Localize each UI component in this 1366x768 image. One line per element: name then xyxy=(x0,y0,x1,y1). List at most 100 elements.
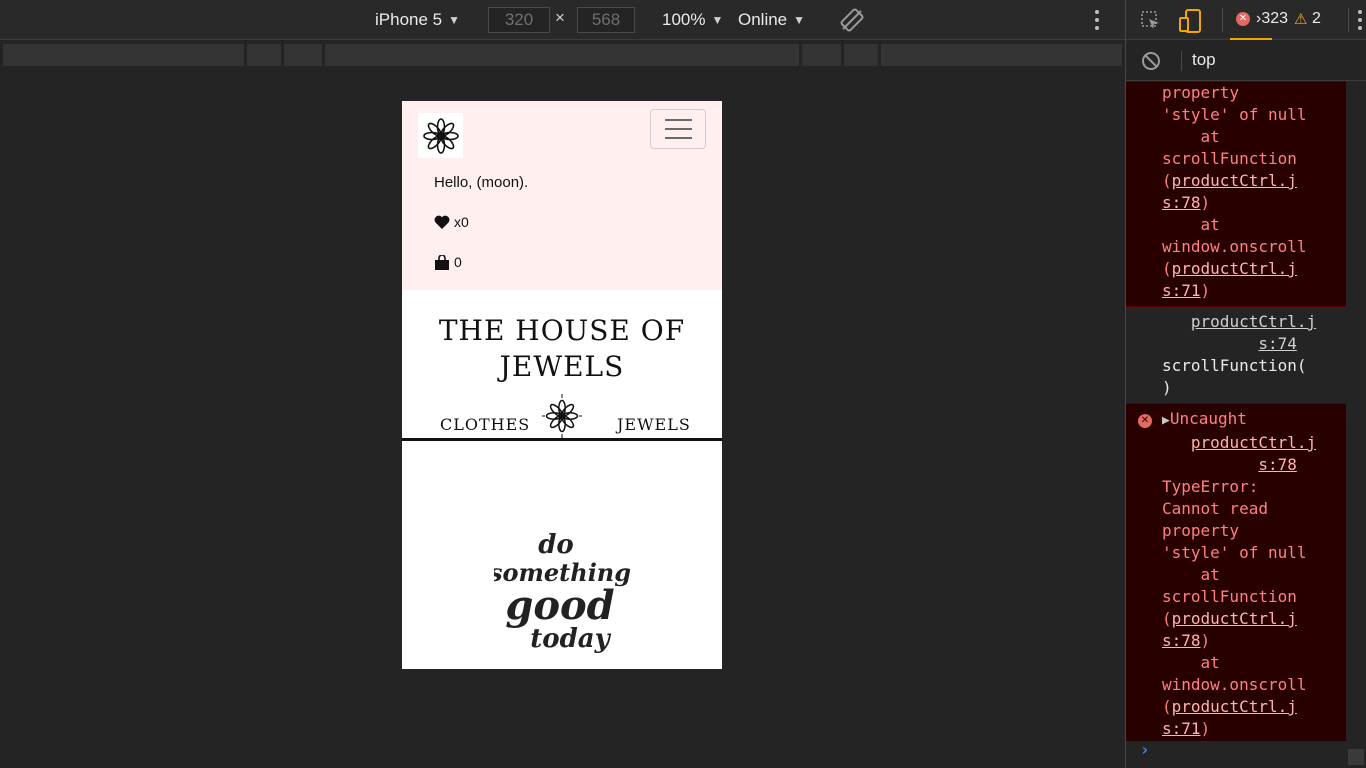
message-line: window.onscroll xyxy=(1162,236,1340,258)
message-body: productCtrl.j s:74 scrollFunction() xyxy=(1126,311,1346,399)
nav-jewels[interactable]: JEWELS xyxy=(617,415,691,434)
message-text: Cannot read xyxy=(1162,499,1268,518)
source-link[interactable]: s:78 xyxy=(1162,193,1201,212)
inspect-icon[interactable] xyxy=(1140,10,1162,36)
console-log: property 'style' of null at scrollFunction… xyxy=(1126,81,1346,741)
media-query-bar xyxy=(0,41,1125,69)
media-query-segment[interactable] xyxy=(284,44,322,66)
console-message[interactable]: productCtrl.j s:74 scrollFunction() xyxy=(1126,307,1346,403)
console-toolbar: top xyxy=(1126,41,1366,81)
message-text: ) xyxy=(1200,631,1211,650)
clear-console-icon[interactable] xyxy=(1141,51,1161,75)
message-text: at xyxy=(1162,653,1220,672)
expand-triangle-icon[interactable]: ▶ xyxy=(1162,413,1170,428)
media-query-segment[interactable] xyxy=(881,44,1122,66)
scrollbar-thumb[interactable] xyxy=(1348,749,1364,765)
nav-clothes[interactable]: CLOTHES xyxy=(440,415,530,434)
message-text xyxy=(1162,334,1258,353)
width-input[interactable]: 320 xyxy=(488,7,550,33)
bag-link[interactable]: 0 xyxy=(434,254,462,270)
hamburger-icon[interactable] xyxy=(650,109,706,149)
console-error-message[interactable]: property 'style' of null at scrollFunction… xyxy=(1126,81,1346,307)
network-value: Online xyxy=(738,10,788,29)
media-query-segment[interactable] xyxy=(844,44,878,66)
message-text xyxy=(1162,433,1191,452)
more-options-icon[interactable] xyxy=(1357,10,1363,30)
message-line: (productCtrl.j xyxy=(1162,258,1340,280)
favorites-link[interactable]: x0 xyxy=(434,214,469,230)
message-text: ( xyxy=(1162,171,1172,190)
message-line: (productCtrl.j xyxy=(1162,608,1340,630)
source-link[interactable]: productCtrl.j xyxy=(1172,259,1297,278)
zoom-select[interactable]: 100% ▼ xyxy=(662,0,723,40)
media-query-segment[interactable] xyxy=(802,44,841,66)
message-line: (productCtrl.j xyxy=(1162,170,1340,192)
source-link[interactable]: s:74 xyxy=(1258,334,1297,353)
source-link[interactable]: productCtrl.j xyxy=(1191,312,1316,331)
device-select[interactable]: iPhone 5 ▼ xyxy=(375,0,460,40)
chevron-down-icon: ▼ xyxy=(711,13,724,27)
message-line: Cannot read xyxy=(1162,498,1340,520)
network-select[interactable]: Online ▼ xyxy=(738,0,805,40)
message-line: at xyxy=(1162,126,1340,148)
message-text: at xyxy=(1162,215,1220,234)
message-text: ( xyxy=(1162,609,1172,628)
flower-logo-icon[interactable] xyxy=(418,113,463,158)
message-text: window.onscroll xyxy=(1162,675,1307,694)
flower-logo-icon[interactable] xyxy=(541,393,583,444)
error-icon: ✕ xyxy=(1138,414,1152,428)
source-link[interactable]: s:71 xyxy=(1162,719,1201,738)
message-line: at xyxy=(1162,564,1340,586)
source-link[interactable]: s:78 xyxy=(1162,631,1201,650)
quote-word: today xyxy=(530,624,611,654)
media-query-segment[interactable] xyxy=(325,44,799,66)
height-input[interactable]: 568 xyxy=(577,7,635,33)
bag-count: 0 xyxy=(454,254,462,270)
warning-count[interactable]: 2 xyxy=(1312,10,1321,28)
device-toggle-icon[interactable] xyxy=(1178,9,1202,37)
console-scrollbar[interactable] xyxy=(1346,81,1366,768)
devtools-panel: ✕ ›323 ⚠ 2 top property 'style' of null a… xyxy=(1125,0,1366,768)
message-line: at xyxy=(1162,652,1340,674)
source-link[interactable]: productCtrl.j xyxy=(1172,609,1297,628)
navbar: Hello, (moon). x0 0 xyxy=(402,101,722,290)
error-count[interactable]: ›323 xyxy=(1256,10,1288,28)
message-line: s:78 xyxy=(1162,454,1340,476)
message-line: productCtrl.j xyxy=(1162,432,1340,454)
message-text: Uncaught xyxy=(1169,409,1247,428)
message-text: at xyxy=(1162,565,1220,584)
greeting[interactable]: Hello, (moon). xyxy=(434,174,528,191)
message-line: s:74 xyxy=(1162,333,1340,355)
message-text: ( xyxy=(1162,697,1172,716)
message-text xyxy=(1162,455,1258,474)
message-text: property xyxy=(1162,521,1240,540)
message-body: ✕ ▶Uncaught productCtrl.j s:78 TypeError: C… xyxy=(1126,408,1346,740)
chevron-down-icon: ▼ xyxy=(448,13,461,27)
message-text: ) xyxy=(1162,378,1172,397)
source-link[interactable]: productCtrl.j xyxy=(1191,433,1316,452)
message-line: s:71) xyxy=(1162,280,1340,302)
console-error-message[interactable]: ✕ ▶Uncaught productCtrl.j s:78 TypeError: C… xyxy=(1126,403,1346,741)
source-link[interactable]: s:71 xyxy=(1162,281,1201,300)
more-options-icon[interactable] xyxy=(1094,10,1100,30)
source-link[interactable]: productCtrl.j xyxy=(1172,697,1297,716)
message-line: property xyxy=(1162,82,1340,104)
console-prompt[interactable]: › xyxy=(1140,740,1150,759)
message-text: scrollFunction xyxy=(1162,149,1297,168)
media-query-segment[interactable] xyxy=(3,44,244,66)
page-title: THE HOUSE OF JEWELS xyxy=(438,314,686,383)
rotate-icon[interactable] xyxy=(840,0,864,40)
message-line: s:71) xyxy=(1162,718,1340,740)
source-link[interactable]: s:78 xyxy=(1258,455,1297,474)
message-line: scrollFunction xyxy=(1162,586,1340,608)
message-line: scrollFunction xyxy=(1162,148,1340,170)
devtools-toolbar: ✕ ›323 ⚠ 2 xyxy=(1126,0,1366,40)
source-link[interactable]: productCtrl.j xyxy=(1172,171,1297,190)
context-selector[interactable]: top xyxy=(1192,50,1216,70)
media-query-segment[interactable] xyxy=(247,44,281,66)
shopping-bag-icon xyxy=(435,254,449,270)
message-text: 'style' of null xyxy=(1162,105,1307,124)
message-text: ) xyxy=(1200,719,1211,738)
message-body: property 'style' of null at scrollFunction… xyxy=(1126,82,1346,302)
message-text: window.onscroll xyxy=(1162,237,1307,256)
